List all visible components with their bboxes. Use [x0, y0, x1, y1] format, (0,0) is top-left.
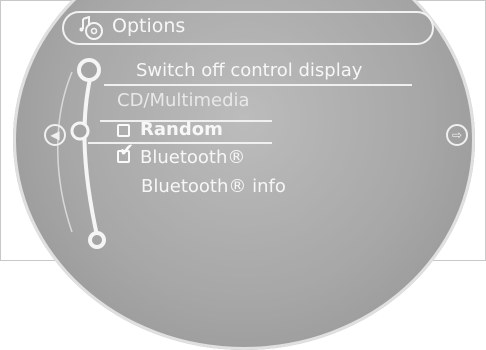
position-indicator	[70, 121, 90, 141]
bluetooth-item[interactable]: Bluetooth®	[140, 147, 245, 168]
switch-off-display-item[interactable]: Switch off control display	[136, 60, 362, 81]
idrive-screen: Options Switch off control display CD/Mu…	[0, 0, 486, 350]
selection-bottom-line	[88, 142, 272, 144]
random-checkbox[interactable]	[117, 124, 130, 137]
random-item[interactable]: Random	[140, 119, 223, 140]
check-icon: ✔	[119, 140, 135, 161]
top-endpoint	[77, 58, 101, 82]
bluetooth-info-item[interactable]: Bluetooth® info	[141, 176, 286, 197]
bottom-endpoint	[88, 231, 106, 249]
left-arrow-icon[interactable]: ◀	[44, 124, 66, 146]
menu-divider	[104, 84, 412, 86]
controller-track	[57, 58, 106, 249]
section-label: CD/Multimedia	[117, 90, 250, 111]
right-arrow-icon[interactable]: ⇨	[446, 124, 468, 146]
